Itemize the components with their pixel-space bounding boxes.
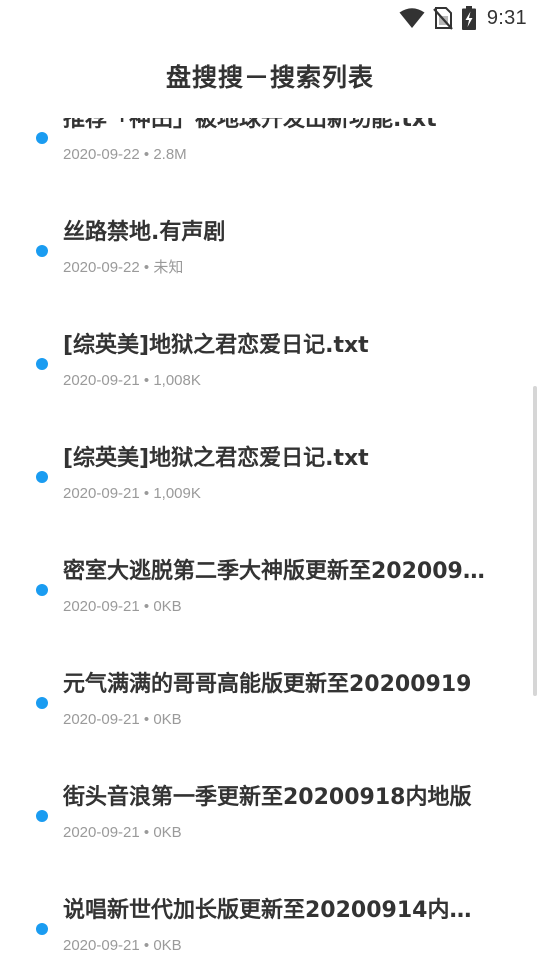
item-meta: 2020-09-21 • 0KB (63, 823, 182, 843)
item-date: 2020-09-21 (63, 937, 140, 954)
list-item[interactable]: 街头音浪第一季更新至20200918内地版 2020-09-21 • 0KB (0, 762, 540, 875)
item-meta: 2020-09-21 • 0KB (63, 597, 182, 617)
item-size: 2.8M (153, 146, 187, 163)
meta-separator: • (139, 598, 154, 615)
item-date: 2020-09-22 (63, 146, 140, 163)
meta-separator: • (139, 485, 154, 502)
item-size: 0KB (153, 824, 182, 841)
item-meta: 2020-09-22 • 2.8M (63, 145, 187, 165)
list-item[interactable]: 丝路禁地.有声剧 2020-09-22 • 未知 (0, 197, 540, 310)
item-date: 2020-09-21 (63, 598, 140, 615)
item-date: 2020-09-21 (63, 711, 140, 728)
bullet-dot-icon (36, 584, 48, 596)
item-size: 1,009K (153, 485, 201, 502)
item-title: 街头音浪第一季更新至20200918内地版 (63, 785, 472, 810)
bullet-dot-icon (36, 132, 48, 144)
item-date: 2020-09-21 (63, 372, 140, 389)
list-item[interactable]: 元气满满的哥哥高能版更新至20200919 2020-09-21 • 0KB (0, 649, 540, 762)
item-title: [综英美]地狱之君恋爱日记.txt (63, 446, 369, 471)
item-size: 0KB (153, 711, 182, 728)
meta-separator: • (139, 259, 154, 276)
list-item[interactable]: 密室大逃脱第二季大神版更新至20200918内地版 2020-09-21 • 0… (0, 536, 540, 649)
item-meta: 2020-09-21 • 0KB (63, 710, 182, 730)
list-item[interactable]: 推荐「神田」被地球开发出新功能.txt 2020-09-22 • 2.8M (0, 118, 540, 197)
item-title: 说唱新世代加长版更新至20200914内地版 (63, 898, 488, 923)
bullet-dot-icon (36, 245, 48, 257)
item-title: 密室大逃脱第二季大神版更新至20200918内地版 (63, 559, 488, 584)
item-meta: 2020-09-21 • 0KB (63, 936, 182, 956)
results-list[interactable]: 推荐「神田」被地球开发出新功能.txt 2020-09-22 • 2.8M 丝路… (0, 118, 540, 960)
scrollbar[interactable] (533, 386, 537, 696)
item-meta: 2020-09-21 • 1,009K (63, 484, 201, 504)
status-icons: 9:31 (399, 5, 527, 31)
no-sim-icon (433, 6, 453, 30)
results-list-content: 推荐「神田」被地球开发出新功能.txt 2020-09-22 • 2.8M 丝路… (0, 118, 540, 960)
title-bar: 盘搜搜－搜索列表 (0, 36, 540, 118)
screen: 9:31 盘搜搜－搜索列表 推荐「神田」被地球开发出新功能.txt 2020-0… (0, 0, 540, 960)
item-size: 1,008K (153, 372, 201, 389)
item-size: 未知 (153, 259, 184, 276)
meta-separator: • (139, 824, 154, 841)
item-title: 推荐「神田」被地球开发出新功能.txt (63, 118, 437, 132)
item-meta: 2020-09-21 • 1,008K (63, 371, 201, 391)
item-title: 元气满满的哥哥高能版更新至20200919 (63, 672, 472, 697)
list-item[interactable]: [综英美]地狱之君恋爱日记.txt 2020-09-21 • 1,009K (0, 423, 540, 536)
status-time: 9:31 (486, 6, 527, 29)
item-date: 2020-09-21 (63, 824, 140, 841)
bullet-dot-icon (36, 810, 48, 822)
bullet-dot-icon (36, 697, 48, 709)
bullet-dot-icon (36, 923, 48, 935)
list-item[interactable]: [综英美]地狱之君恋爱日记.txt 2020-09-21 • 1,008K (0, 310, 540, 423)
item-date: 2020-09-22 (63, 259, 140, 276)
item-size: 0KB (153, 937, 182, 954)
item-title: [综英美]地狱之君恋爱日记.txt (63, 333, 369, 358)
item-title: 丝路禁地.有声剧 (63, 220, 226, 245)
item-meta: 2020-09-22 • 未知 (63, 258, 183, 278)
page-title: 盘搜搜－搜索列表 (165, 63, 374, 92)
battery-charging-icon (461, 6, 476, 30)
meta-separator: • (139, 146, 154, 163)
item-date: 2020-09-21 (63, 485, 140, 502)
wifi-icon (399, 7, 425, 29)
list-item[interactable]: 说唱新世代加长版更新至20200914内地版 2020-09-21 • 0KB (0, 875, 540, 960)
meta-separator: • (139, 372, 154, 389)
status-bar: 9:31 (0, 0, 540, 36)
item-size: 0KB (153, 598, 182, 615)
meta-separator: • (139, 937, 154, 954)
meta-separator: • (139, 711, 154, 728)
bullet-dot-icon (36, 358, 48, 370)
bullet-dot-icon (36, 471, 48, 483)
